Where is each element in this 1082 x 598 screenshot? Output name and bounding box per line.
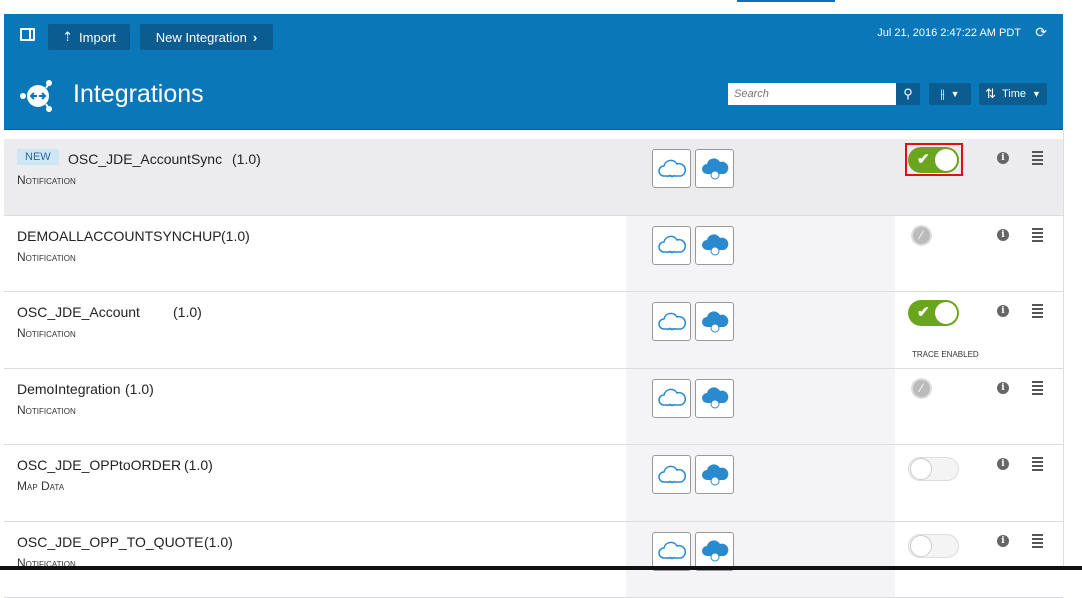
target-connection-icon[interactable] xyxy=(695,379,734,418)
search-button[interactable]: ⚲ xyxy=(896,83,920,105)
integration-type: Notification xyxy=(17,326,76,340)
integration-version: (1.0) xyxy=(125,381,154,397)
hamburger-menu-icon[interactable] xyxy=(1032,228,1043,244)
disabled-edit-icon: ⁄ xyxy=(911,378,932,399)
filter-button[interactable]: ⫲▼ xyxy=(929,83,971,105)
chevron-right-icon: › xyxy=(253,30,257,45)
search-icon: ⚲ xyxy=(903,86,913,102)
integration-name[interactable]: DEMOALLACCOUNTSYNCHUP xyxy=(17,228,222,244)
integration-type: Notification xyxy=(17,173,76,187)
activate-toggle[interactable] xyxy=(908,534,959,558)
integration-name[interactable]: OSC_JDE_Account xyxy=(17,304,140,320)
integration-row[interactable]: DEMOALLACCOUNTSYNCHUP (1.0) Notification… xyxy=(4,216,1063,293)
toggle-knob xyxy=(910,535,932,557)
target-connection-icon[interactable] xyxy=(695,532,734,571)
integration-row[interactable]: OSC_JDE_Account (1.0) Notification ✔ TRAC… xyxy=(4,292,1063,369)
upload-icon: ⇡ xyxy=(62,29,73,45)
source-connection-icon[interactable] xyxy=(652,149,691,188)
hamburger-menu-icon[interactable] xyxy=(1032,304,1043,320)
integration-version: (1.0) xyxy=(221,228,250,244)
integration-row[interactable]: DemoIntegration (1.0) Notification ⁄ i xyxy=(4,369,1063,446)
panel-toggle-icon[interactable] xyxy=(20,28,35,41)
info-icon[interactable]: i xyxy=(997,458,1009,470)
info-icon[interactable]: i xyxy=(997,535,1009,547)
new-integration-label: New Integration xyxy=(156,30,247,45)
import-button[interactable]: ⇡ Import xyxy=(48,24,130,50)
integration-version: (1.0) xyxy=(204,534,233,550)
integration-name[interactable]: OSC_JDE_OPPtoORDER xyxy=(17,457,181,473)
search-input[interactable] xyxy=(728,83,896,105)
integration-type: Map Data xyxy=(17,479,64,493)
new-integration-button[interactable]: New Integration › xyxy=(140,24,273,50)
timestamp: Jul 21, 2016 2:47:22 AM PDT xyxy=(877,27,1021,39)
activate-toggle[interactable] xyxy=(908,457,959,481)
toggle-knob xyxy=(910,458,932,480)
disabled-edit-icon: ⁄ xyxy=(911,225,932,246)
target-connection-icon[interactable] xyxy=(695,149,734,188)
integration-version: (1.0) xyxy=(184,457,213,473)
source-connection-icon[interactable] xyxy=(652,302,691,341)
info-icon[interactable]: i xyxy=(997,305,1009,317)
caret-down-icon: ▼ xyxy=(951,89,960,99)
target-connection-icon[interactable] xyxy=(695,455,734,494)
integration-name[interactable]: OSC_JDE_AccountSync xyxy=(68,151,222,167)
integrations-logo-icon xyxy=(18,76,60,116)
activate-toggle[interactable]: ✔ xyxy=(908,300,959,326)
hamburger-menu-icon[interactable] xyxy=(1032,457,1043,473)
target-connection-icon[interactable] xyxy=(695,302,734,341)
sort-button[interactable]: ⇅ Time ▼ xyxy=(979,83,1047,105)
integration-row[interactable]: OSC_JDE_OPPtoORDER (1.0) Map Data i xyxy=(4,445,1063,522)
integration-name[interactable]: DemoIntegration xyxy=(17,381,121,397)
trace-status: TRACE ENABLED xyxy=(912,350,979,359)
hamburger-menu-icon[interactable] xyxy=(1032,381,1043,397)
hamburger-menu-icon[interactable] xyxy=(1032,151,1043,167)
source-connection-icon[interactable] xyxy=(652,379,691,418)
integration-type: Notification xyxy=(17,250,76,264)
divider xyxy=(0,566,1082,570)
page-title: Integrations xyxy=(73,80,204,109)
sort-icon: ⇅ xyxy=(985,86,996,102)
header: ⇡ Import New Integration › Jul 21, 2016 2:… xyxy=(4,14,1063,130)
integration-type: Notification xyxy=(17,403,76,417)
active-tab-indicator xyxy=(737,0,835,2)
new-badge: NEW xyxy=(17,149,59,165)
source-connection-icon[interactable] xyxy=(652,532,691,571)
sort-label: Time xyxy=(1002,88,1026,100)
refresh-icon[interactable]: ⟳ xyxy=(1035,24,1047,41)
import-label: Import xyxy=(79,30,116,45)
filter-icon: ⫲ xyxy=(940,86,944,102)
check-icon: ✔ xyxy=(917,303,930,321)
source-connection-icon[interactable] xyxy=(652,226,691,265)
integration-name[interactable]: OSC_JDE_OPP_TO_QUOTE xyxy=(17,534,203,550)
info-icon[interactable]: i xyxy=(997,229,1009,241)
source-connection-icon[interactable] xyxy=(652,455,691,494)
integration-list: NEW OSC_JDE_AccountSync (1.0) Notificatio… xyxy=(4,139,1063,598)
highlight-box xyxy=(905,143,963,176)
caret-down-icon: ▼ xyxy=(1032,89,1041,99)
integration-row[interactable]: OSC_JDE_OPP_TO_QUOTE (1.0) Notification … xyxy=(4,522,1063,598)
integration-version: (1.0) xyxy=(232,151,261,167)
integration-version: (1.0) xyxy=(173,304,202,320)
info-icon[interactable]: i xyxy=(997,152,1009,164)
target-connection-icon[interactable] xyxy=(695,226,734,265)
info-icon[interactable]: i xyxy=(997,382,1009,394)
integration-row[interactable]: NEW OSC_JDE_AccountSync (1.0) Notificatio… xyxy=(4,139,1063,216)
toggle-knob xyxy=(935,302,957,324)
hamburger-menu-icon[interactable] xyxy=(1032,534,1043,550)
divider xyxy=(1063,130,1064,570)
